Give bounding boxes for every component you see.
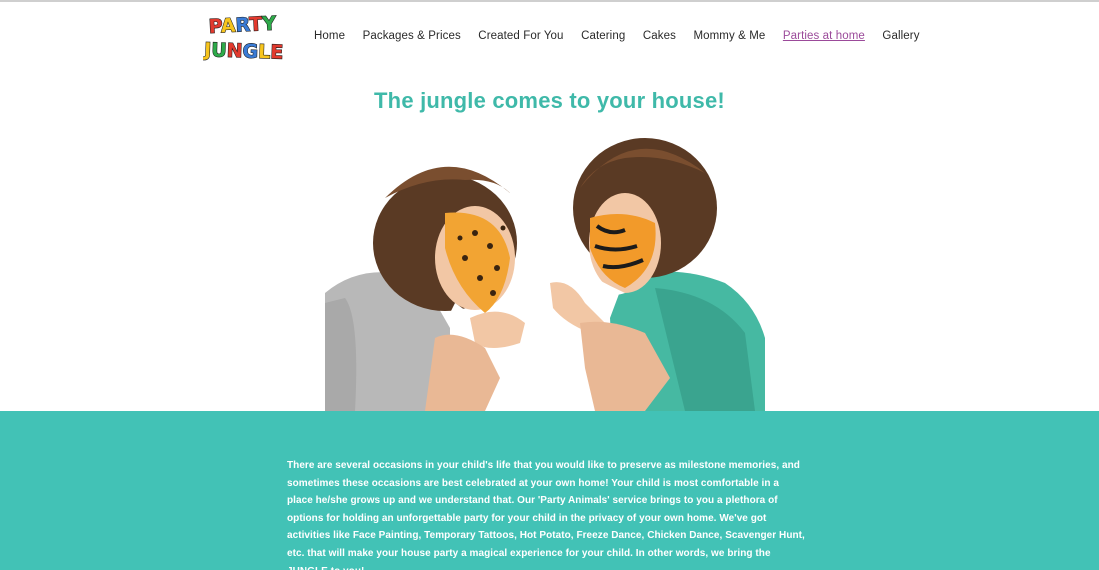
nav-home-link[interactable]: Home (314, 30, 345, 42)
nav-packages-link[interactable]: Packages & Prices (363, 30, 461, 42)
nav-gallery-link[interactable]: Gallery (882, 30, 919, 42)
left-boy-figure (325, 166, 525, 411)
hero-photo (325, 118, 765, 411)
nav-catering-link[interactable]: Catering (581, 30, 625, 42)
right-boy-figure (550, 138, 765, 411)
main-nav: Home Packages & Prices Created For You C… (314, 30, 937, 42)
site-header: PARTY JUNGLE Home Packages & Prices Crea… (0, 2, 1099, 74)
party-jungle-logo[interactable]: PARTY JUNGLE (203, 14, 287, 62)
nav-parties-at-home-link[interactable]: Parties at home (783, 30, 865, 42)
nav-created-for-you-link[interactable]: Created For You (478, 30, 563, 42)
page-title: The jungle comes to your house! (374, 88, 725, 113)
logo-text-party: PARTY (208, 14, 277, 38)
nav-mommy-and-me-link[interactable]: Mommy & Me (693, 30, 765, 42)
logo-text-jungle: JUNGLE (203, 39, 284, 62)
nav-cakes-link[interactable]: Cakes (643, 30, 676, 42)
intro-paragraph: There are several occasions in your chil… (287, 460, 805, 570)
